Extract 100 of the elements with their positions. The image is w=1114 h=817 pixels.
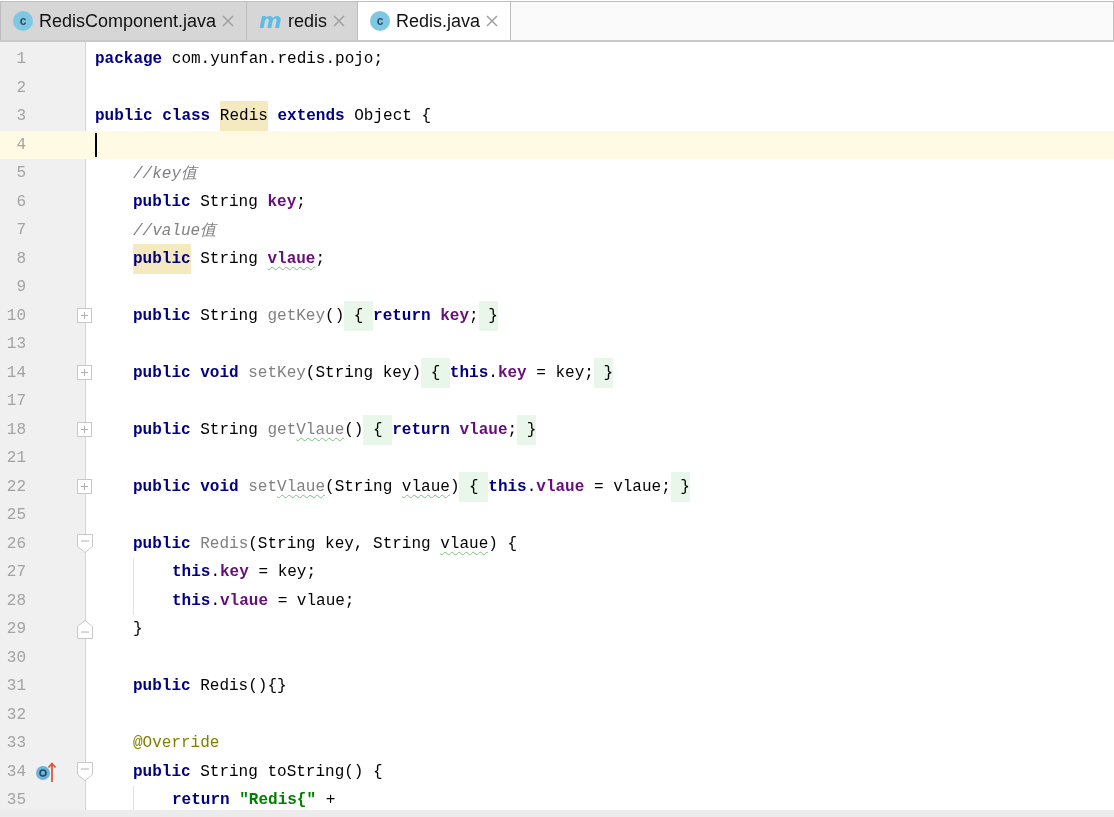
code-token: Object { (353, 106, 432, 128)
code-token: this (172, 590, 211, 612)
code-token: String (199, 191, 259, 213)
code-token: vlaue (267, 248, 316, 270)
code-token: . (210, 562, 220, 584)
line-number: 21 (5, 449, 26, 468)
code-token: (String key) (305, 362, 422, 384)
code-token: key (440, 305, 470, 327)
code-token: this (488, 476, 527, 498)
code-token: ; (315, 248, 326, 270)
code-token: public (133, 191, 191, 213)
code-token: return (172, 790, 231, 810)
line-number: 34 (5, 762, 26, 781)
line-number: 30 (5, 648, 26, 667)
code-token: = vlaue; (592, 476, 671, 498)
code-token: (String key, String (248, 533, 432, 555)
code-token: vlaue (536, 476, 585, 498)
code-token: = vlaue; (276, 590, 355, 612)
code-token: { (459, 471, 489, 502)
close-icon[interactable] (486, 15, 499, 27)
close-icon[interactable] (222, 15, 235, 27)
code-token: Vlaue (296, 419, 345, 441)
code-token: } (478, 300, 498, 331)
code-token: . (526, 476, 537, 498)
line-number: 1 (15, 50, 26, 69)
code-token: = key; (535, 362, 594, 384)
line-number: 6 (15, 192, 26, 211)
code-token: ; (507, 419, 518, 441)
code-token: "Redis{" (239, 790, 317, 810)
code-token: vlaue (401, 476, 450, 498)
line-number: 17 (5, 392, 26, 411)
code-token: ) (449, 476, 460, 498)
code-token: public class (95, 106, 212, 128)
line-number: 3 (15, 107, 26, 126)
code-token: Redis (219, 101, 268, 132)
line-number: 2 (15, 78, 26, 97)
line-number: 31 (5, 677, 26, 696)
line-number: 29 (5, 620, 26, 639)
close-icon[interactable] (333, 15, 346, 27)
code-token: extends (276, 106, 345, 128)
code-token: ) { (488, 533, 518, 555)
code-token: return (373, 305, 432, 327)
code-token: . (488, 362, 498, 384)
code-token: vlaue (220, 590, 269, 612)
code-token: public (133, 305, 191, 327)
code-token: ; (469, 305, 479, 327)
line-number: 10 (5, 306, 26, 325)
code-token: public (133, 676, 191, 698)
expand-fold-icon[interactable] (77, 365, 92, 381)
code-token: Redis (200, 533, 249, 555)
code-token: key (497, 362, 527, 384)
maven-icon: m (259, 10, 283, 32)
code-token: (String (325, 476, 394, 498)
overrides-method-icon[interactable] (35, 760, 57, 783)
code-token: () (325, 305, 345, 327)
code-token: Redis(){} (199, 676, 287, 698)
code-token: setKey (248, 362, 306, 384)
code-token: public (133, 419, 191, 441)
code-token: return (392, 419, 451, 441)
code-token: String (199, 305, 259, 327)
editor-tab[interactable]: m redis (246, 1, 359, 40)
code-token: public (133, 761, 191, 783)
line-number: 5 (15, 164, 26, 183)
code-comment: //key值 (133, 163, 197, 185)
code-comment: //value值 (133, 220, 217, 242)
line-number: 13 (5, 335, 26, 354)
line-number: 8 (15, 249, 26, 268)
text-cursor (95, 132, 97, 157)
expand-fold-icon[interactable] (77, 422, 92, 438)
code-token: vlaue (459, 419, 508, 441)
line-number: 28 (5, 591, 26, 610)
code-token: String (199, 248, 259, 270)
code-token: Vlaue (277, 476, 326, 498)
code-token: + (324, 790, 336, 810)
collapse-fold-icon[interactable] (77, 534, 93, 554)
code-token: this (449, 362, 489, 384)
collapse-fold-icon[interactable] (77, 619, 93, 639)
code-token: { (344, 300, 374, 331)
line-number: 33 (5, 734, 26, 753)
code-token: getKey (267, 305, 326, 327)
code-token: . (210, 590, 220, 612)
expand-fold-icon[interactable] (77, 479, 92, 495)
line-number: 27 (5, 563, 26, 582)
code-token: } (517, 414, 537, 445)
editor-tab[interactable]: c RedisComponent.java (0, 1, 248, 40)
code-token: public void (133, 476, 240, 498)
code-token: public (133, 243, 191, 274)
code-token: public void (133, 362, 240, 384)
line-number: 14 (5, 363, 26, 382)
code-token: key (267, 191, 297, 213)
code-token: = key; (257, 562, 317, 584)
code-token: set (248, 476, 278, 498)
expand-fold-icon[interactable] (77, 308, 92, 324)
line-number: 25 (5, 506, 26, 525)
collapse-fold-icon[interactable] (77, 762, 93, 782)
code-token: () (344, 419, 364, 441)
code-token: } (133, 619, 143, 641)
code-token: ; (296, 191, 306, 213)
code-token: { (421, 357, 450, 388)
code-token: this (172, 562, 211, 584)
